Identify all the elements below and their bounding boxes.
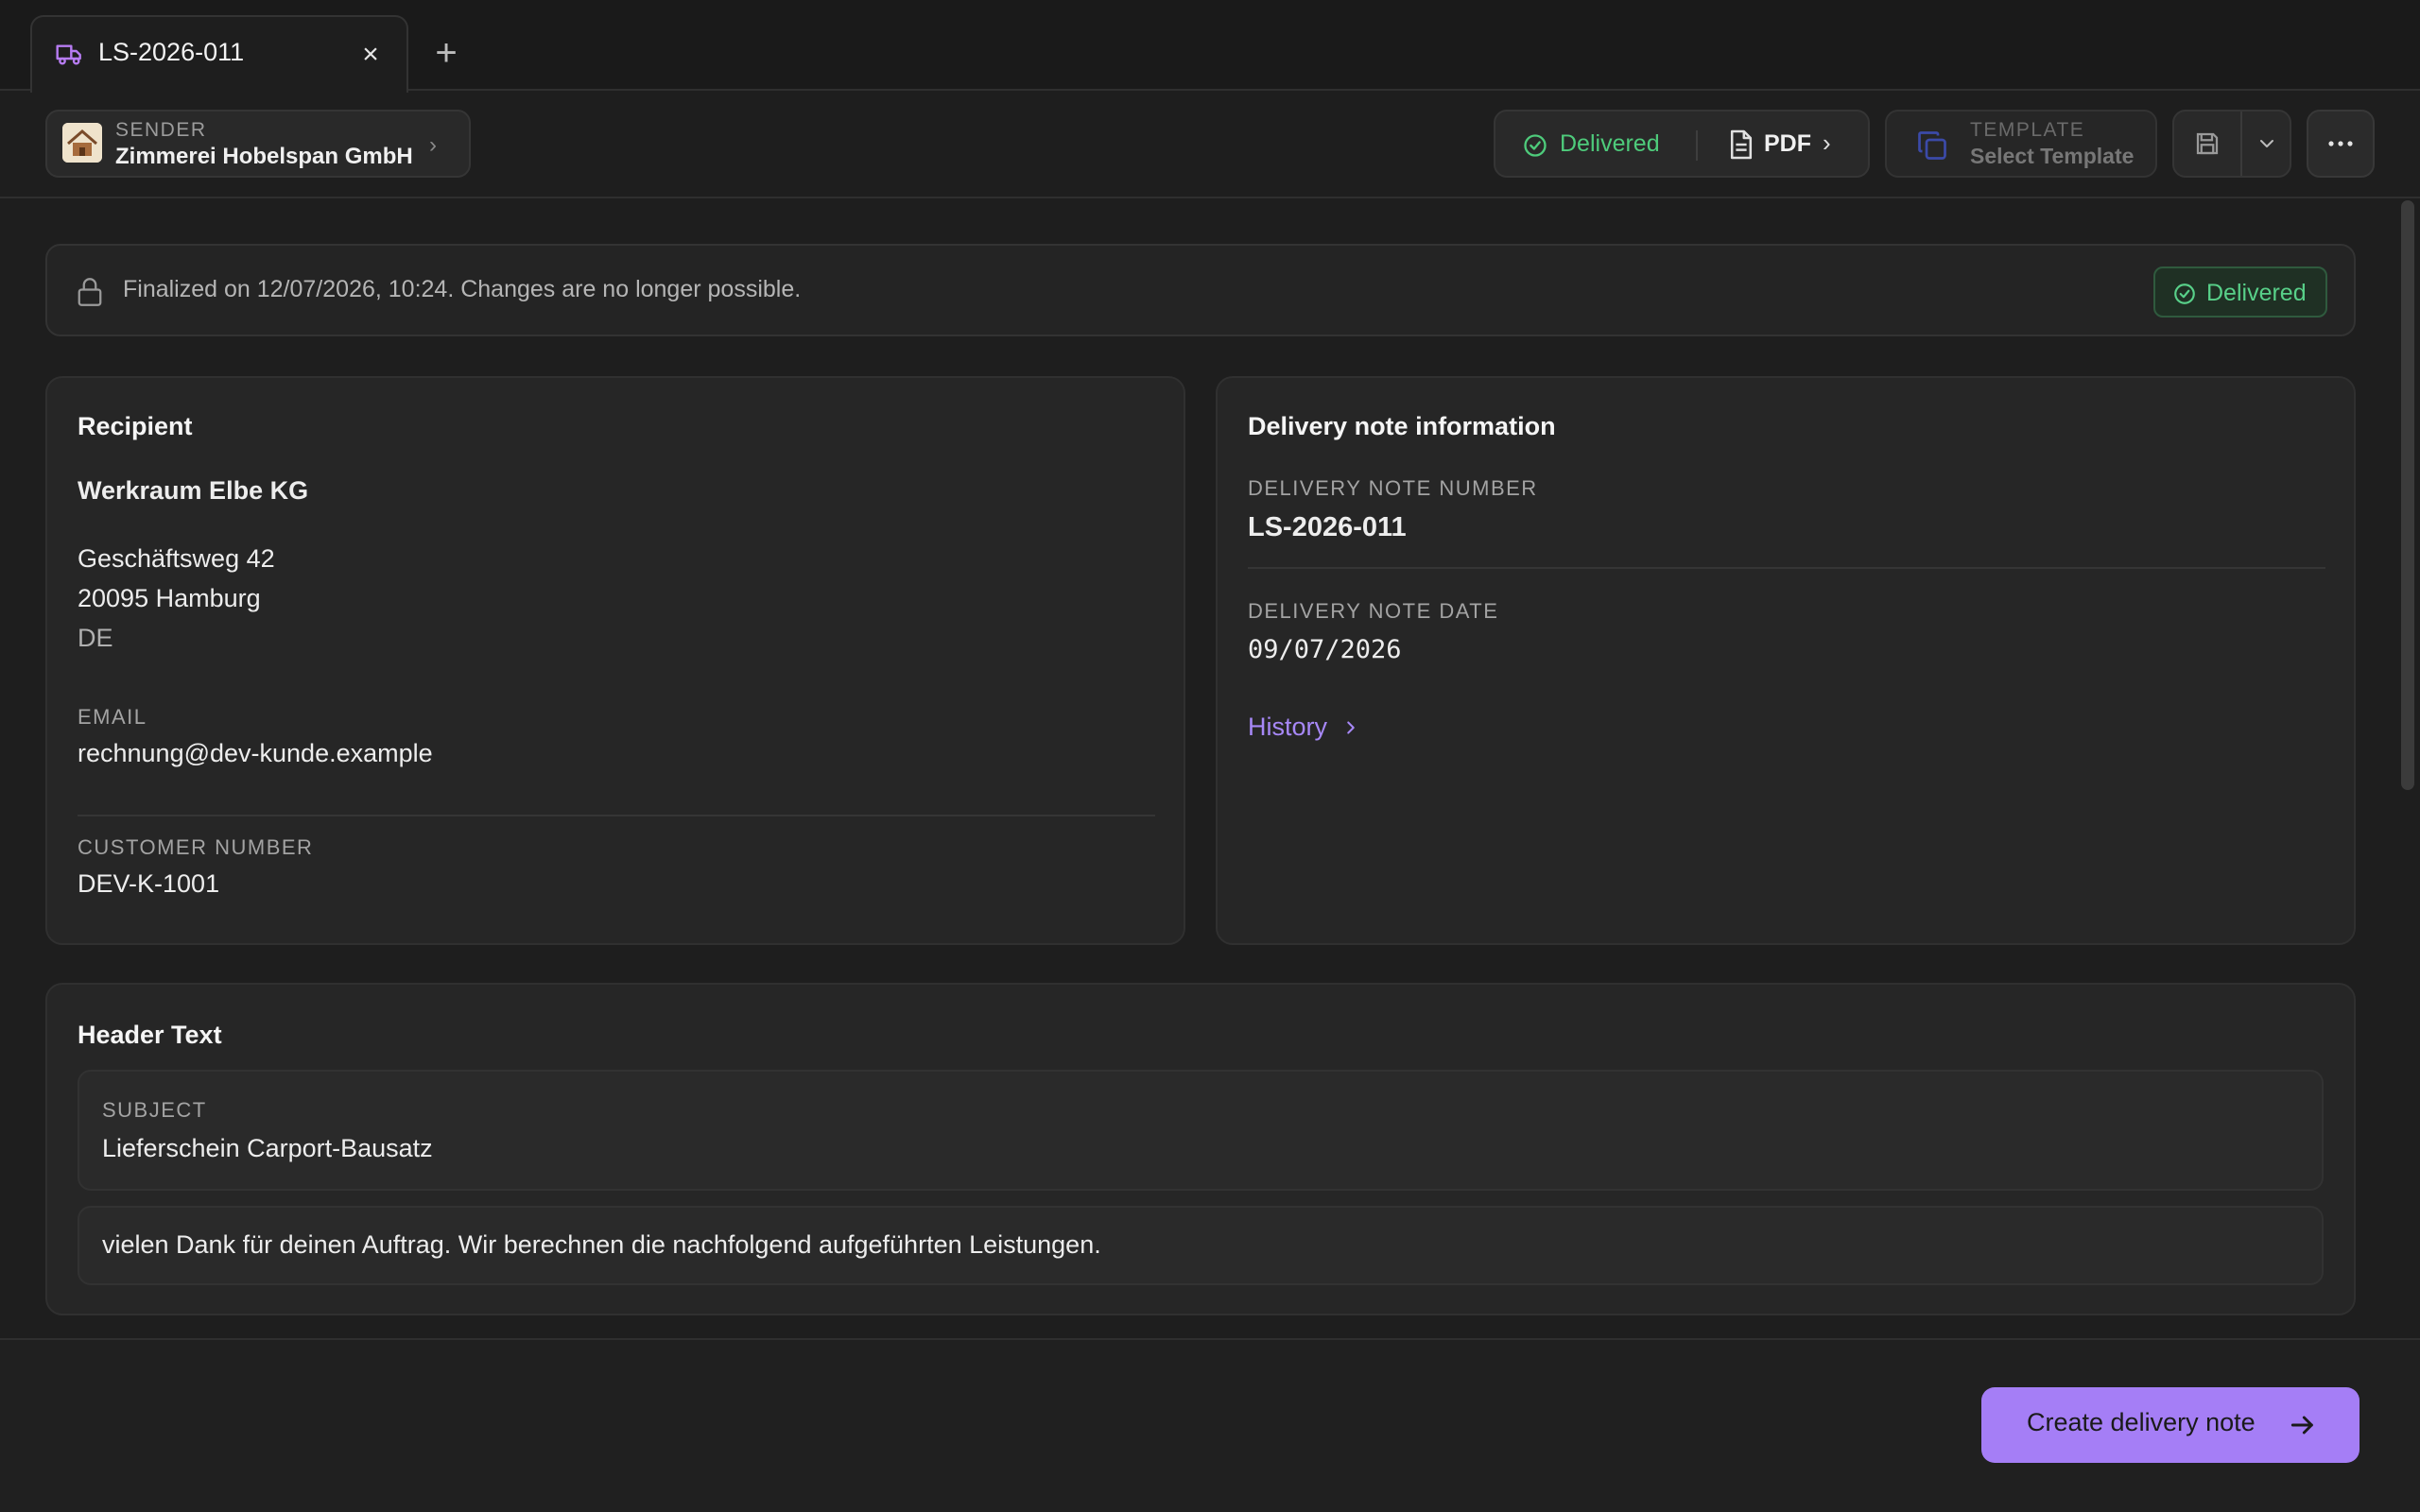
header-text-title: Header Text: [78, 1021, 222, 1049]
recipient-city: 20095 Hamburg: [78, 584, 261, 612]
save-button[interactable]: [2174, 112, 2240, 176]
toolbar: SENDER Zimmerei Hobelspan GmbH › Deliver…: [0, 93, 2420, 198]
check-circle-icon: [2174, 284, 2195, 304]
create-delivery-note-label: Create delivery note: [2027, 1408, 2256, 1436]
truck-icon: [56, 44, 81, 65]
delivery-note-date: 09/07/2026: [1248, 635, 1402, 664]
more-options-button[interactable]: [2307, 110, 2375, 178]
history-label: History: [1248, 713, 1328, 741]
email-label: EMAIL: [78, 705, 147, 729]
header-text-card: Header Text SUBJECT Lieferschein Carport…: [45, 983, 2356, 1315]
sender-selector[interactable]: SENDER Zimmerei Hobelspan GmbH ›: [45, 110, 471, 178]
house-logo-icon: [62, 123, 102, 163]
finalized-text: Finalized on 12/07/2026, 10:24. Changes …: [123, 276, 802, 302]
more-horizontal-icon: [2328, 141, 2353, 146]
recipient-street: Geschäftsweg 42: [78, 544, 275, 573]
scrollbar-thumb[interactable]: [2401, 200, 2414, 790]
tab-title: LS-2026-011: [98, 38, 245, 66]
tab-close-icon[interactable]: ×: [352, 36, 389, 74]
sender-logo: [62, 123, 102, 163]
pdf-button[interactable]: PDF: [1764, 130, 1811, 158]
chevron-right-icon: [1347, 720, 1355, 734]
status-badge: Delivered: [2153, 266, 2327, 318]
divider: [1248, 567, 2325, 569]
delivery-note-number-label: DELIVERY NOTE NUMBER: [1248, 476, 1538, 500]
save-options-button[interactable]: [2242, 112, 2291, 176]
chevron-right-icon: ›: [429, 132, 437, 158]
sender-label: SENDER: [115, 119, 207, 141]
arrow-right-icon: [2290, 1416, 2313, 1435]
status-pdf-group: Delivered PDF ›: [1494, 110, 1870, 178]
divider: [78, 815, 1155, 816]
delivery-info-title: Delivery note information: [1248, 412, 1556, 440]
header-body-text: vielen Dank für deinen Auftrag. Wir bere…: [102, 1230, 1101, 1259]
delivery-note-number: LS-2026-011: [1248, 512, 1407, 542]
chevron-right-icon[interactable]: ›: [1823, 129, 1831, 158]
add-tab-icon[interactable]: +: [427, 32, 465, 74]
recipient-title: Recipient: [78, 412, 193, 440]
check-circle-icon: [1524, 134, 1547, 157]
finalized-banner: Finalized on 12/07/2026, 10:24. Changes …: [45, 244, 2356, 336]
recipient-card: Recipient Werkraum Elbe KG Geschäftsweg …: [45, 376, 1185, 945]
tab-bar: LS-2026-011 × +: [0, 0, 2420, 93]
delivery-note-date-label: DELIVERY NOTE DATE: [1248, 599, 1499, 623]
status-delivered[interactable]: Delivered: [1560, 130, 1660, 158]
recipient-company: Werkraum Elbe KG: [78, 476, 309, 505]
header-body-field[interactable]: vielen Dank für deinen Auftrag. Wir bere…: [78, 1206, 2324, 1285]
document-icon: [1730, 129, 1753, 160]
customer-number: DEV-K-1001: [78, 869, 220, 898]
recipient-email: rechnung@dev-kunde.example: [78, 739, 433, 767]
template-label: TEMPLATE: [1970, 119, 2085, 141]
subject-field[interactable]: SUBJECT Lieferschein Carport-Bausatz: [78, 1070, 2324, 1191]
subject-label: SUBJECT: [102, 1098, 207, 1122]
sender-name: Zimmerei Hobelspan GmbH: [115, 144, 413, 169]
save-icon: [2196, 132, 2219, 155]
status-badge-label: Delivered: [2206, 280, 2307, 306]
template-selector[interactable]: TEMPLATE Select Template: [1885, 110, 2157, 178]
save-group: [2172, 110, 2291, 178]
tab-ls-2026-011[interactable]: LS-2026-011 ×: [30, 15, 408, 93]
lock-icon: [78, 278, 102, 306]
delivery-note-info-card: Delivery note information DELIVERY NOTE …: [1216, 376, 2356, 945]
create-delivery-note-button[interactable]: Create delivery note: [1981, 1387, 2360, 1463]
copy-template-icon: [1918, 131, 1946, 160]
subject-value: Lieferschein Carport-Bausatz: [102, 1134, 433, 1162]
chevron-down-icon: [2260, 140, 2273, 147]
customer-number-label: CUSTOMER NUMBER: [78, 835, 314, 859]
recipient-country: DE: [78, 624, 113, 652]
template-value: Select Template: [1970, 144, 2135, 168]
divider: [1696, 130, 1698, 161]
history-link[interactable]: History: [1248, 713, 1361, 742]
footer-bar: Create delivery note: [0, 1338, 2420, 1512]
